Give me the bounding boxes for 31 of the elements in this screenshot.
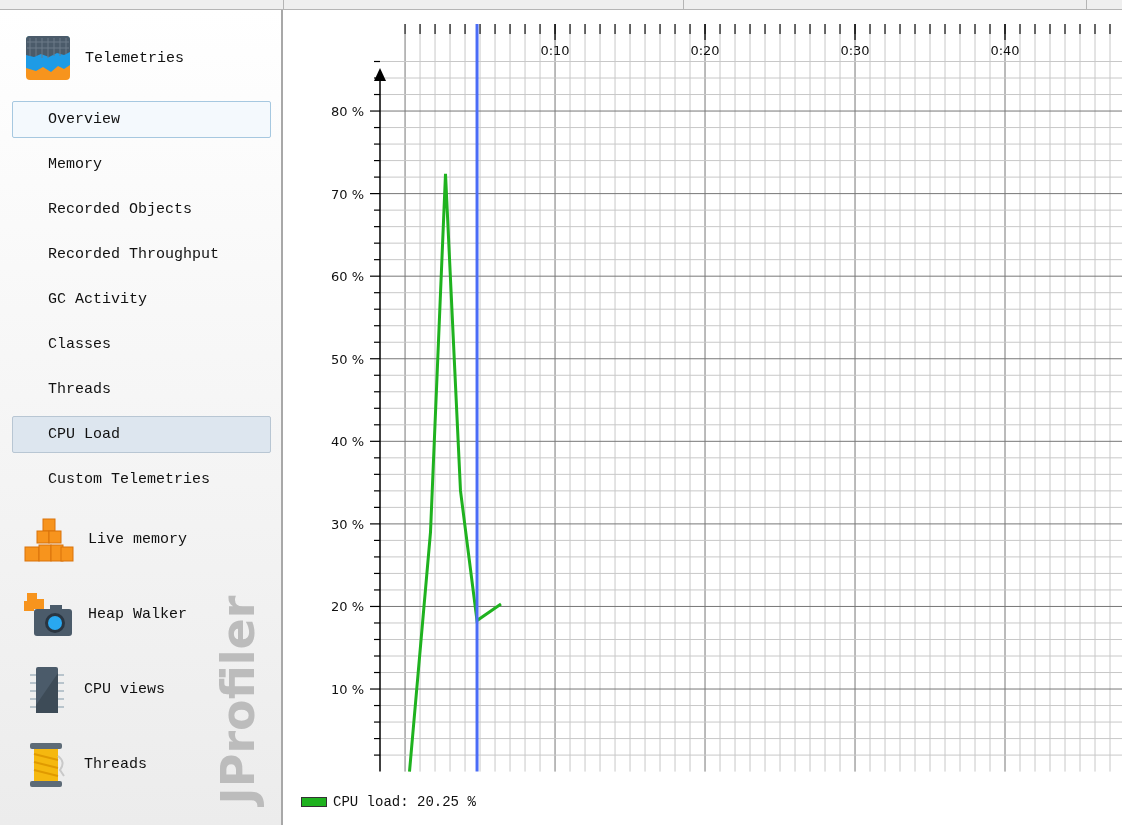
y-tick-label: 30 % (330, 516, 364, 532)
y-tick-label: 10 % (330, 682, 364, 698)
time-cursor-line[interactable] (475, 24, 479, 772)
nav-item[interactable]: Overview (12, 101, 271, 138)
y-tick-label: 40 % (330, 434, 364, 450)
nav-item[interactable]: Recorded Objects (12, 191, 271, 228)
y-tick-label: 60 % (330, 269, 364, 285)
section-label[interactable]: Live memory (88, 531, 188, 548)
x-tick-label: 0:10 (540, 43, 570, 58)
x-tick-label: 0:20 (690, 43, 720, 58)
nav-item[interactable]: Threads (12, 371, 271, 408)
y-tick-label: 50 % (330, 351, 364, 367)
nav-item[interactable]: Recorded Throughput (12, 236, 271, 273)
y-tick-label: 20 % (330, 599, 364, 615)
telemetry-chart-icon (25, 35, 71, 81)
section-label[interactable]: Telemetries (85, 49, 185, 67)
nav-item[interactable]: Custom Telemetries (12, 461, 271, 498)
section-label[interactable]: Threads (84, 756, 147, 773)
section-label[interactable]: CPU views (84, 681, 165, 698)
nav-item[interactable]: Memory (12, 146, 271, 183)
y-tick-label: 80 % (330, 104, 364, 120)
nav-item[interactable]: CPU Load (12, 416, 271, 453)
y-tick-label: 70 % (330, 186, 364, 202)
camera-icon (24, 592, 74, 637)
legend-label: CPU load: 20.25 % (333, 794, 476, 810)
section-label[interactable]: Heap Walker (88, 606, 188, 623)
nav-item[interactable]: Classes (12, 326, 271, 363)
nav-item[interactable]: GC Activity (12, 281, 271, 318)
x-tick-label: 0:40 (990, 43, 1020, 58)
x-tick-label: 0:30 (840, 43, 870, 58)
cubes-icon (24, 517, 74, 562)
